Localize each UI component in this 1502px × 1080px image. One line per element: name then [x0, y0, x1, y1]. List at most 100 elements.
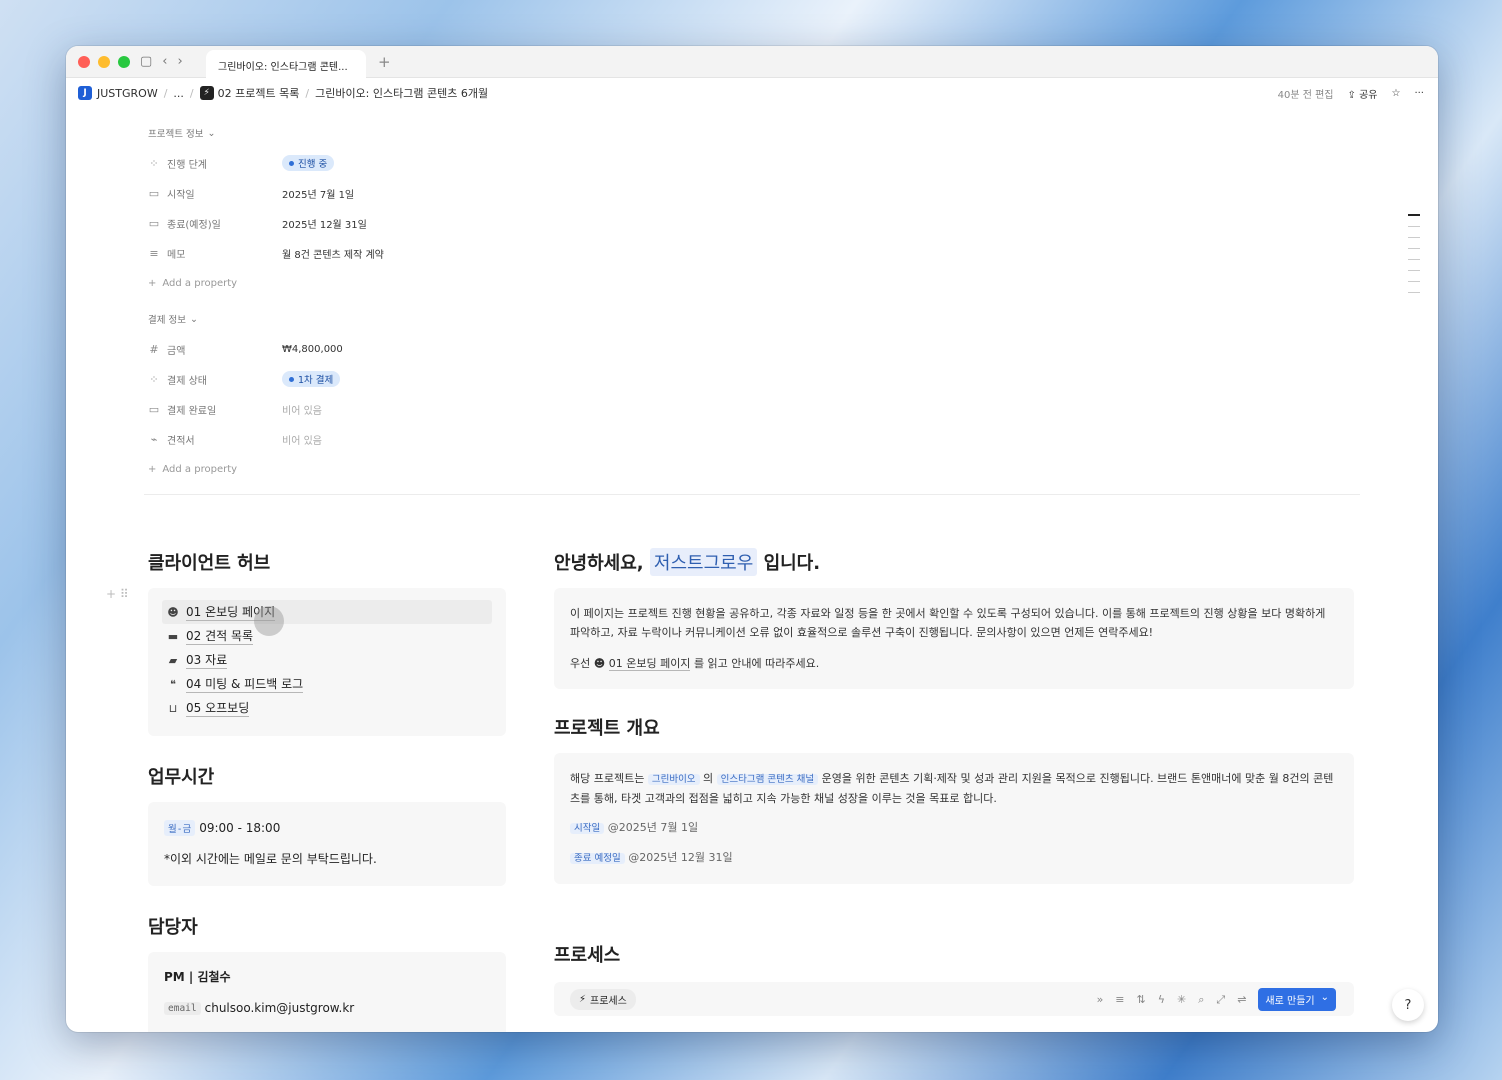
breadcrumb-separator: / — [163, 86, 168, 100]
hub-link-offboarding[interactable]: ⊔ 05 오프보딩 — [162, 696, 492, 720]
card-icon: ▬ — [167, 629, 179, 643]
maximize-window-button[interactable] — [118, 55, 130, 68]
edited-time: 40분 전 편집 — [1277, 90, 1334, 101]
calendar-icon: ▭ — [148, 186, 160, 200]
project-info-title: 프로젝트 정보 — [148, 129, 204, 140]
property-row-payment-date[interactable]: ▭ 결제 완료일 비어 있음 — [148, 394, 1358, 424]
filter-icon[interactable]: ≡ — [1115, 993, 1124, 1006]
sparkle-icon[interactable]: ✳ — [1177, 993, 1186, 1006]
table-of-contents-minimap[interactable] — [1408, 214, 1420, 303]
settings-sliders-icon[interactable]: ⇌ — [1237, 993, 1246, 1006]
client-hub-card: ☻ 01 온보딩 페이지 ▬ 02 견적 목록 ▰ 03 자료 ❝ 04 미팅 & 피드… — [148, 588, 506, 736]
breadcrumb-page[interactable]: 그린바이오: 인스타그램 콘텐츠 6개월 — [315, 85, 488, 101]
work-hours-time: 09:00 - 18:00 — [199, 821, 281, 835]
share-button[interactable]: ⇪ 공유 — [1348, 86, 1378, 101]
add-property-button[interactable]: + Add a property — [148, 454, 1358, 484]
forward-arrow-icon[interactable]: › — [178, 54, 183, 69]
inbox-icon: ⊔ — [168, 701, 178, 715]
process-view-tab[interactable]: ⚡ 프로세스 — [570, 988, 636, 1010]
expand-chevrons-icon[interactable]: » — [1097, 993, 1104, 1006]
more-options-icon[interactable]: ··· — [1414, 88, 1424, 99]
help-assistant-icon[interactable]: ? — [1392, 989, 1424, 1021]
fullscreen-icon[interactable]: ⤢ — [1216, 993, 1225, 1007]
drag-handle-icon[interactable]: + ⠿ — [106, 587, 129, 601]
share-label: 공유 — [1359, 90, 1378, 101]
automation-bolt-icon[interactable]: ϟ — [1158, 993, 1165, 1006]
chevron-down-icon: ⌄ — [207, 127, 216, 139]
close-window-button[interactable] — [78, 55, 90, 68]
start-date-mention[interactable]: @2025년 7월 1일 — [608, 821, 698, 834]
property-row-amount[interactable]: # 금액 ₩4,800,000 — [148, 334, 1358, 364]
sidebar-toggle-icon[interactable]: ▢ — [140, 54, 152, 69]
add-property-label: Add a property — [162, 463, 238, 475]
breadcrumb-ellipsis[interactable]: ... — [173, 87, 184, 100]
search-icon[interactable]: ⌕ — [1198, 993, 1204, 1007]
payment-status-pill[interactable]: 1차 결제 — [282, 371, 341, 387]
days-tag: 월-금 — [164, 820, 196, 836]
client-hub-title: 클라이언트 허브 — [148, 553, 271, 574]
add-property-label: Add a property — [162, 277, 238, 289]
overview-title: 프로젝트 개요 — [554, 718, 660, 739]
new-item-button[interactable]: 새로 만들기 ⌄ — [1258, 988, 1336, 1011]
process-view-label: 프로세스 — [590, 995, 627, 1007]
property-label: 결제 완료일 — [167, 405, 217, 417]
chevron-down-icon[interactable]: ⌄ — [1321, 992, 1329, 1007]
property-label: 시작일 — [167, 189, 195, 201]
onboarding-page-link[interactable]: 01 온보딩 페이지 — [608, 657, 691, 671]
status-pill[interactable]: 진행 중 — [282, 155, 335, 171]
hub-link-materials[interactable]: ▰ 03 자료 — [162, 648, 492, 672]
property-row-quote[interactable]: ⌁ 견적서 비어 있음 — [148, 424, 1358, 454]
sort-icon[interactable]: ⇅ — [1137, 993, 1146, 1006]
property-row-payment-status[interactable]: ⁘ 결제 상태 1차 결제 — [148, 364, 1358, 394]
properties-panel: 프로젝트 정보 ⌄ ⁘ 진행 단계 진행 중 ▭ 시작일 2025년 7월 1일 ▭ 종… — [148, 124, 1358, 484]
hub-link-quotes[interactable]: ▬ 02 견적 목록 — [162, 624, 492, 648]
work-hours-title: 업무시간 — [148, 767, 215, 788]
property-label: 견적서 — [167, 435, 195, 447]
work-hours-card: 월-금 09:00 - 18:00 *이외 시간에는 메일로 문의 부탁드립니다. — [148, 802, 506, 886]
add-property-button[interactable]: + Add a property — [148, 268, 1358, 298]
greeting-name-mention: 저스트그로우 — [649, 548, 758, 576]
tab-current-page[interactable]: 그린바이오: 인스타그램 콘텐... — [206, 50, 366, 78]
minimize-window-button[interactable] — [98, 55, 110, 68]
favorite-star-icon[interactable]: ☆ — [1391, 88, 1400, 99]
payment-info-header[interactable]: 결제 정보 ⌄ — [148, 310, 1358, 328]
title-bar: ▢ ‹ › 그린바이오: 인스타그램 콘텐... + — [66, 46, 1438, 78]
status-icon: ⁘ — [149, 156, 159, 170]
calendar-icon: ▭ — [148, 402, 160, 416]
greeting-title: 안녕하세요, 저스트그로우 입니다. — [554, 546, 1354, 578]
greeting-body: 이 페이지는 프로젝트 진행 현황을 공유하고, 각종 자료와 일정 등을 한 … — [570, 607, 1326, 639]
property-row-stage[interactable]: ⁘ 진행 단계 진행 중 — [148, 148, 1358, 178]
end-date-tag: 종료 예정일 — [570, 853, 625, 864]
property-label: 진행 단계 — [167, 159, 207, 171]
project-info-header[interactable]: 프로젝트 정보 ⌄ — [148, 124, 1358, 142]
property-value-empty: 비어 있음 — [282, 435, 322, 447]
process-database-toolbar: ⚡ 프로세스 » ≡ ⇅ ϟ ✳ ⌕ ⤢ ⇌ 새로 만들기 ⌄ — [554, 982, 1354, 1016]
breadcrumb-project-list[interactable]: 02 프로젝트 목록 — [218, 85, 300, 101]
chat-bubbles-icon: ❝ — [170, 677, 176, 691]
manager-email[interactable]: chulsoo.kim@justgrow.kr — [205, 1001, 355, 1015]
end-date-mention[interactable]: @2025년 12월 31일 — [628, 851, 732, 864]
breadcrumb-workspace[interactable]: JUSTGROW — [97, 87, 158, 100]
calendar-icon: ▭ — [148, 216, 160, 230]
property-row-memo[interactable]: ≡ 메모 월 8건 콘텐츠 제작 계약 — [148, 238, 1358, 268]
greeting-first-prefix: 우선 — [570, 657, 591, 670]
number-hash-icon: # — [149, 342, 159, 356]
property-label: 메모 — [167, 249, 186, 261]
bolt-icon: ⚡ — [199, 86, 214, 100]
new-tab-icon[interactable]: + — [378, 53, 391, 71]
hub-link-label: 02 견적 목록 — [186, 629, 254, 645]
start-date-tag: 시작일 — [570, 823, 605, 834]
mouse-cursor-indicator — [254, 606, 284, 636]
property-row-start-date[interactable]: ▭ 시작일 2025년 7월 1일 — [148, 178, 1358, 208]
workspace-logo-icon: J — [78, 86, 92, 100]
work-hours-note: *이외 시간에는 메일로 문의 부탁드립니다. — [164, 852, 377, 866]
email-tag: email — [164, 1001, 201, 1015]
property-value: 2025년 12월 31일 — [282, 219, 367, 231]
channel-tag: 인스타그램 콘텐츠 채널 — [716, 774, 819, 785]
property-row-end-date[interactable]: ▭ 종료(예정)일 2025년 12월 31일 — [148, 208, 1358, 238]
property-label: 금액 — [167, 345, 186, 357]
browser-window: ▢ ‹ › 그린바이오: 인스타그램 콘텐... + J JUSTGROW / … — [66, 46, 1438, 1032]
hub-link-meetings[interactable]: ❝ 04 미팅 & 피드백 로그 — [162, 672, 492, 696]
back-arrow-icon[interactable]: ‹ — [162, 54, 167, 69]
hub-link-onboarding[interactable]: ☻ 01 온보딩 페이지 — [162, 600, 492, 624]
